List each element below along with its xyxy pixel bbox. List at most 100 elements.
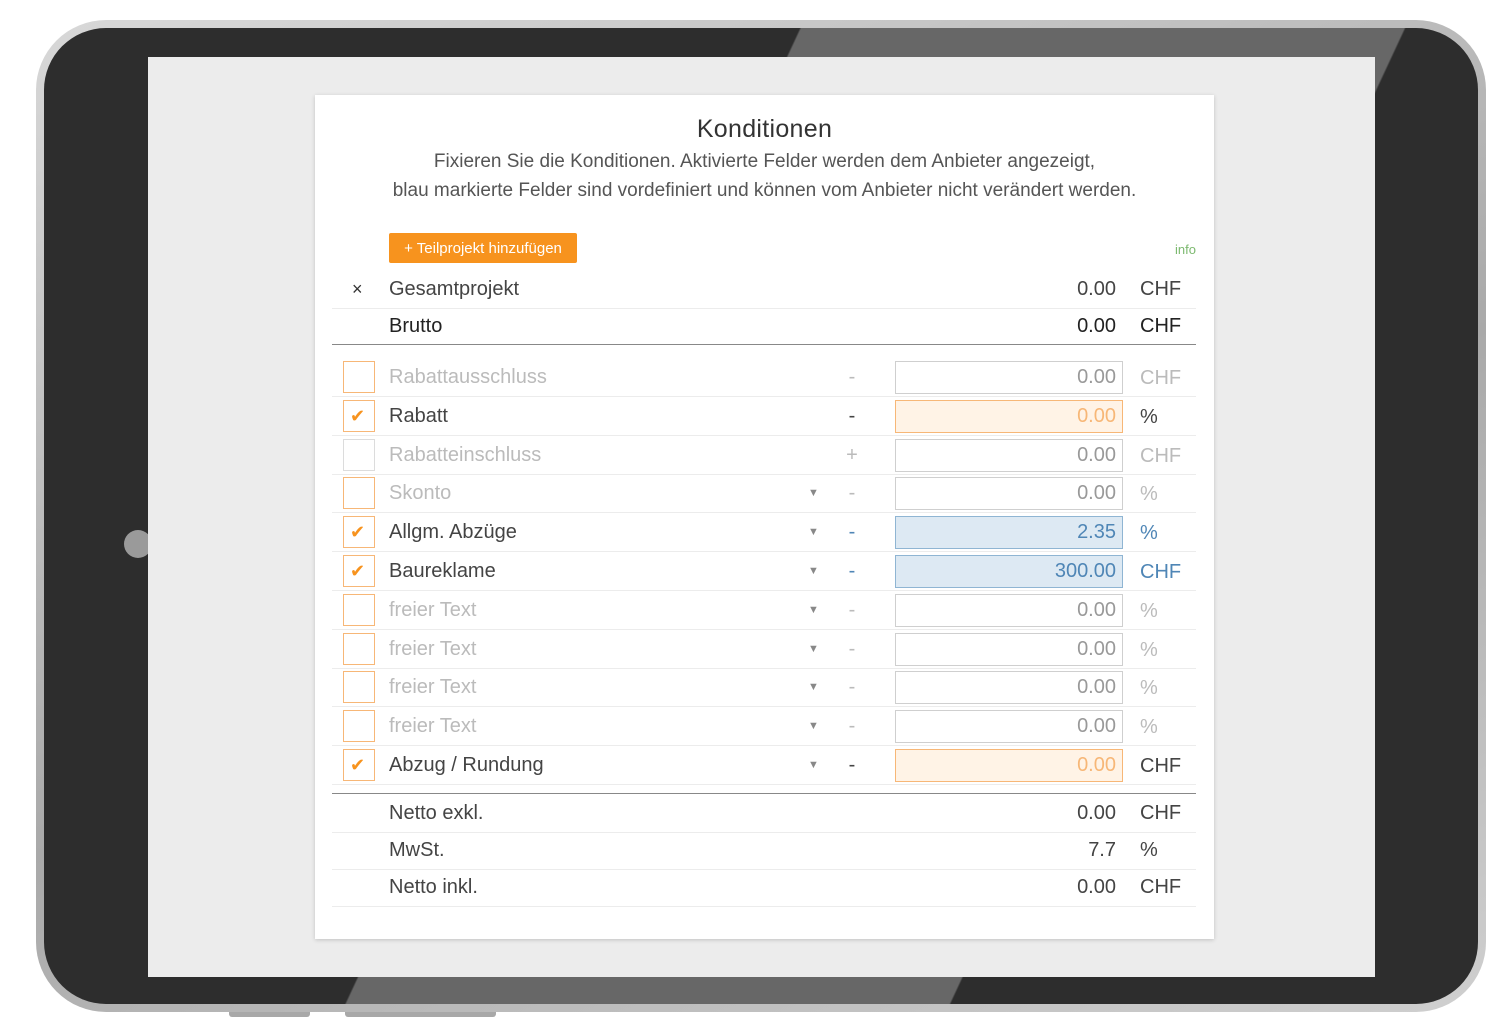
checkmark-icon: ✔ (350, 561, 366, 581)
caret-down-icon[interactable]: ▼ (808, 474, 819, 512)
condition-value-input[interactable] (895, 593, 1123, 627)
netto-exkl-unit: CHF (1140, 802, 1182, 824)
description-line-1: Fixieren Sie die Konditionen. Aktivierte… (433, 151, 1096, 172)
close-icon[interactable]: × (352, 270, 363, 308)
condition-label: Abzug / Rundung (389, 754, 544, 776)
condition-value-input[interactable] (895, 361, 1123, 394)
condition-sign: - (848, 560, 856, 582)
condition-label: Skonto (389, 482, 452, 505)
add-subproject-button[interactable]: + Teilprojekt hinzufügen (389, 233, 577, 263)
condition-sign: - (848, 366, 856, 388)
condition-row: freier Text ▼ -% (332, 591, 1196, 630)
condition-label: freier Text (389, 598, 477, 621)
condition-value-input[interactable] (895, 477, 1123, 511)
row-mwst: MwSt. 7.7 % (332, 831, 1196, 870)
checkmark-icon: ✔ (350, 755, 366, 775)
condition-checkbox[interactable] (343, 632, 375, 665)
mwst-value: 7.7 (1088, 839, 1116, 861)
row-netto-exkl: Netto exkl. 0.00 CHF (332, 793, 1196, 833)
condition-unit: CHF (1140, 444, 1182, 467)
condition-checkbox[interactable]: ✔ (343, 516, 375, 549)
condition-row: freier Text ▼ -% (332, 707, 1196, 747)
caret-down-icon[interactable]: ▼ (808, 591, 819, 629)
gesamtprojekt-label: Gesamtprojekt (389, 278, 520, 300)
condition-sign: - (848, 715, 856, 738)
caret-down-icon[interactable]: ▼ (808, 513, 819, 551)
condition-label: freier Text (389, 637, 477, 660)
condition-row: freier Text ▼ -% (332, 668, 1196, 708)
tablet-screen: Konditionen Fixieren Sie die Konditionen… (148, 57, 1375, 977)
description-line-2: blau markierte Felder sind vordefiniert … (392, 180, 1137, 201)
brutto-unit: CHF (1140, 315, 1182, 337)
row-gesamtprojekt: × Gesamtprojekt 0.00 CHF (332, 270, 1196, 309)
mwst-label: MwSt. (389, 839, 445, 861)
condition-checkbox[interactable]: ✔ (343, 749, 375, 781)
condition-checkbox[interactable] (343, 361, 375, 393)
netto-exkl-label: Netto exkl. (389, 802, 484, 824)
page-title: Konditionen (696, 115, 833, 143)
condition-unit: % (1140, 405, 1158, 428)
mwst-unit: % (1140, 839, 1158, 861)
condition-checkbox[interactable] (343, 438, 375, 471)
condition-sign: - (848, 637, 856, 660)
condition-unit: % (1140, 522, 1158, 545)
caret-down-icon[interactable]: ▼ (808, 746, 819, 784)
volume-up-button (345, 1012, 496, 1017)
condition-row: ✔ Rabatt -% (332, 397, 1196, 436)
condition-row: Rabattausschluss - CHF (332, 358, 1196, 397)
condition-unit: % (1140, 599, 1158, 622)
condition-sign: + (846, 443, 858, 466)
info-link[interactable]: info (1175, 242, 1196, 257)
brutto-label: Brutto (389, 315, 443, 337)
row-brutto: Brutto 0.00 CHF (332, 308, 1196, 345)
gesamtprojekt-value: 0.00 (1077, 278, 1116, 300)
condition-checkbox[interactable] (343, 710, 375, 743)
condition-value-input[interactable] (895, 438, 1123, 472)
caret-down-icon[interactable]: ▼ (808, 707, 819, 745)
condition-sign: - (848, 482, 856, 505)
condition-row: Rabatteinschluss + CHF (332, 436, 1196, 475)
condition-value-input[interactable] (895, 555, 1123, 588)
condition-unit: % (1140, 483, 1158, 506)
condition-row: Skonto ▼ -% (332, 474, 1196, 514)
condition-label: Rabatteinschluss (389, 443, 542, 466)
condition-value-input[interactable] (895, 749, 1123, 782)
condition-label: Rabatt (389, 404, 448, 427)
condition-value-input[interactable] (895, 399, 1123, 433)
condition-row: ✔ Baureklame ▼ - CHF (332, 552, 1196, 591)
row-netto-inkl: Netto inkl. 0.00 CHF (332, 868, 1196, 907)
condition-unit: % (1140, 716, 1158, 739)
condition-value-input[interactable] (895, 671, 1123, 705)
condition-unit: % (1140, 638, 1158, 661)
caret-down-icon[interactable]: ▼ (808, 668, 819, 706)
condition-value-input[interactable] (895, 516, 1123, 550)
caret-down-icon[interactable]: ▼ (808, 552, 819, 590)
condition-unit: % (1140, 677, 1158, 700)
condition-value-input[interactable] (895, 710, 1123, 744)
condition-checkbox[interactable] (343, 477, 375, 510)
condition-label: freier Text (389, 715, 477, 738)
checkmark-icon: ✔ (350, 522, 366, 543)
caret-down-icon[interactable]: ▼ (808, 630, 819, 668)
condition-row: ✔ Abzug / Rundung ▼ - CHF (332, 746, 1196, 785)
netto-exkl-value: 0.00 (1077, 802, 1116, 824)
condition-checkbox[interactable]: ✔ (343, 555, 375, 587)
condition-checkbox[interactable] (343, 593, 375, 626)
condition-label: Rabattausschluss (389, 366, 547, 388)
condition-value-input[interactable] (895, 632, 1123, 666)
condition-label: Baureklame (389, 560, 496, 582)
condition-checkbox[interactable] (343, 671, 375, 704)
condition-sign: - (848, 404, 856, 427)
condition-checkbox[interactable]: ✔ (343, 399, 375, 432)
netto-inkl-label: Netto inkl. (389, 876, 478, 898)
condition-sign: - (848, 676, 856, 699)
conditions-card: Konditionen Fixieren Sie die Konditionen… (315, 95, 1214, 939)
condition-sign: - (848, 521, 856, 544)
gesamtprojekt-unit: CHF (1140, 278, 1182, 300)
netto-inkl-unit: CHF (1140, 876, 1182, 898)
condition-unit: CHF (1140, 755, 1182, 777)
condition-unit: CHF (1140, 367, 1182, 389)
netto-inkl-value: 0.00 (1077, 876, 1116, 898)
condition-unit: CHF (1140, 561, 1182, 583)
condition-sign: - (848, 754, 856, 776)
